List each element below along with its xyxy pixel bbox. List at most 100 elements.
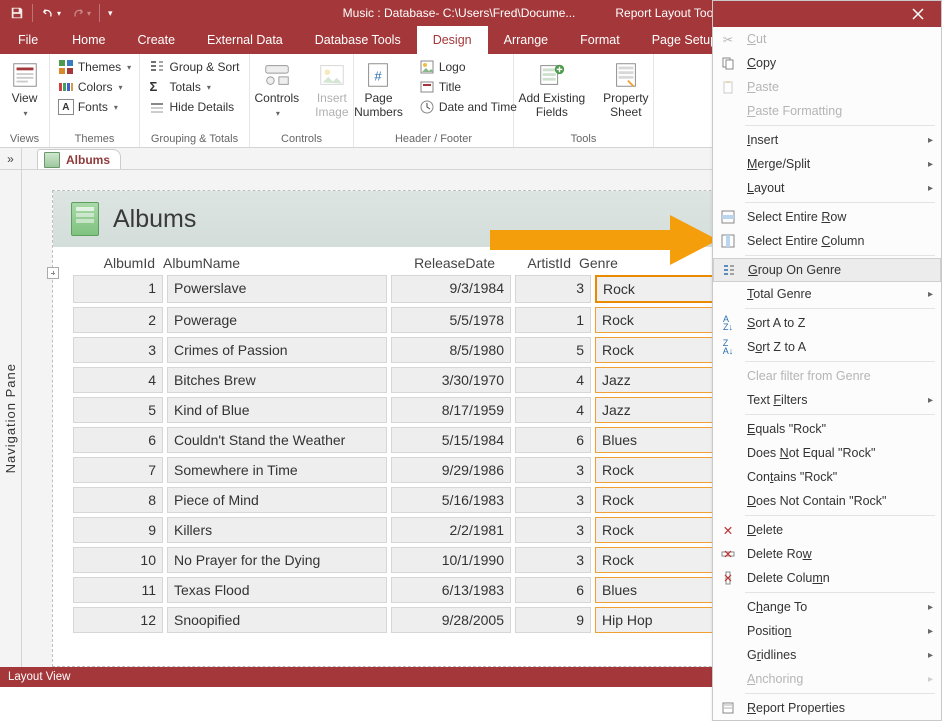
cell-albumname[interactable]: Texas Flood: [167, 577, 387, 603]
cell-releasedate[interactable]: 3/30/1970: [391, 367, 511, 393]
cell-artistid[interactable]: 6: [515, 427, 591, 453]
header-artistid[interactable]: ArtistId: [503, 255, 579, 271]
ctx-select-col[interactable]: Select Entire Column: [713, 229, 941, 253]
cell-artistid[interactable]: 5: [515, 337, 591, 363]
ctx-contains[interactable]: Contains "Rock": [713, 465, 941, 489]
tab-file[interactable]: File: [0, 26, 56, 54]
add-fields-button[interactable]: Add Existing Fields: [512, 58, 591, 122]
ctx-sort-az[interactable]: AZ↓Sort A to Z: [713, 311, 941, 335]
cell-albumid[interactable]: 8: [73, 487, 163, 513]
header-albumid[interactable]: AlbumId: [73, 255, 163, 271]
tab-external-data[interactable]: External Data: [191, 26, 299, 54]
tab-arrange[interactable]: Arrange: [488, 26, 564, 54]
cell-albumid[interactable]: 10: [73, 547, 163, 573]
cell-artistid[interactable]: 3: [515, 457, 591, 483]
cell-artistid[interactable]: 4: [515, 397, 591, 423]
ctx-group-on-genre[interactable]: Group On Genre: [713, 258, 941, 282]
cell-artistid[interactable]: 3: [515, 487, 591, 513]
cell-artistid[interactable]: 6: [515, 577, 591, 603]
tab-create[interactable]: Create: [122, 26, 192, 54]
cell-albumname[interactable]: Powerage: [167, 307, 387, 333]
cell-albumname[interactable]: Snoopified: [167, 607, 387, 633]
ctx-sort-za[interactable]: ZA↓Sort Z to A: [713, 335, 941, 359]
ctx-text-filters[interactable]: Text Filters▸: [713, 388, 941, 412]
cell-releasedate[interactable]: 9/29/1986: [391, 457, 511, 483]
cell-releasedate[interactable]: 5/15/1984: [391, 427, 511, 453]
cell-albumid[interactable]: 7: [73, 457, 163, 483]
header-albumname[interactable]: AlbumName: [163, 255, 383, 271]
tab-design[interactable]: Design: [417, 26, 488, 54]
ctx-report-properties[interactable]: Report Properties: [713, 696, 941, 720]
ctx-not-contain[interactable]: Does Not Contain "Rock": [713, 489, 941, 513]
cell-albumname[interactable]: No Prayer for the Dying: [167, 547, 387, 573]
cell-releasedate[interactable]: 9/28/2005: [391, 607, 511, 633]
property-sheet-button[interactable]: Property Sheet: [597, 58, 654, 122]
tab-database-tools[interactable]: Database Tools: [299, 26, 417, 54]
undo-icon[interactable]: ▾: [37, 4, 65, 22]
group-sort-button[interactable]: Group & Sort: [147, 58, 241, 76]
ctx-position[interactable]: Position▸: [713, 619, 941, 643]
header-releasedate[interactable]: ReleaseDate: [383, 255, 503, 271]
controls-button[interactable]: Controls▾: [248, 58, 305, 122]
ctx-insert[interactable]: Insert▸: [713, 128, 941, 152]
ctx-not-equal[interactable]: Does Not Equal "Rock": [713, 441, 941, 465]
ctx-select-row[interactable]: Select Entire Row: [713, 205, 941, 229]
fonts-button[interactable]: AFonts▾: [56, 98, 133, 116]
ctx-delete-col[interactable]: Delete Column: [713, 566, 941, 590]
hide-details-button[interactable]: Hide Details: [147, 98, 241, 116]
cell-albumid[interactable]: 11: [73, 577, 163, 603]
cell-albumname[interactable]: Couldn't Stand the Weather: [167, 427, 387, 453]
themes-button[interactable]: Themes▾: [56, 58, 133, 76]
save-icon[interactable]: [6, 4, 28, 22]
cell-albumid[interactable]: 2: [73, 307, 163, 333]
report-title[interactable]: Albums: [113, 205, 196, 234]
cell-albumid[interactable]: 12: [73, 607, 163, 633]
cell-albumname[interactable]: Crimes of Passion: [167, 337, 387, 363]
cell-releasedate[interactable]: 5/16/1983: [391, 487, 511, 513]
cell-albumname[interactable]: Bitches Brew: [167, 367, 387, 393]
navigation-pane-collapsed[interactable]: Navigation Pane: [0, 170, 22, 667]
ctx-equals[interactable]: Equals "Rock": [713, 417, 941, 441]
tab-format[interactable]: Format: [564, 26, 636, 54]
cell-albumname[interactable]: Kind of Blue: [167, 397, 387, 423]
navpane-toggle-icon[interactable]: »: [0, 148, 22, 169]
tab-home[interactable]: Home: [56, 26, 121, 54]
cell-releasedate[interactable]: 6/13/1983: [391, 577, 511, 603]
page-numbers-button[interactable]: # Page Numbers: [348, 58, 409, 122]
cell-releasedate[interactable]: 5/5/1978: [391, 307, 511, 333]
view-button[interactable]: View▾: [4, 58, 46, 122]
ctx-total-genre[interactable]: Total Genre▸: [713, 282, 941, 306]
cell-artistid[interactable]: 3: [515, 547, 591, 573]
cell-releasedate[interactable]: 8/17/1959: [391, 397, 511, 423]
cell-albumname[interactable]: Somewhere in Time: [167, 457, 387, 483]
cell-artistid[interactable]: 3: [515, 275, 591, 303]
cell-artistid[interactable]: 1: [515, 307, 591, 333]
ctx-delete[interactable]: ✕Delete: [713, 518, 941, 542]
cell-releasedate[interactable]: 8/5/1980: [391, 337, 511, 363]
colors-button[interactable]: Colors▾: [56, 78, 133, 96]
cell-albumid[interactable]: 5: [73, 397, 163, 423]
cell-artistid[interactable]: 3: [515, 517, 591, 543]
cell-artistid[interactable]: 9: [515, 607, 591, 633]
layout-selector-icon[interactable]: [47, 267, 59, 279]
date-time-button[interactable]: Date and Time: [417, 98, 519, 116]
qat-customize-icon[interactable]: ▾: [104, 6, 117, 21]
cell-albumid[interactable]: 1: [73, 275, 163, 303]
ctx-change-to[interactable]: Change To▸: [713, 595, 941, 619]
cell-albumname[interactable]: Killers: [167, 517, 387, 543]
cell-releasedate[interactable]: 9/3/1984: [391, 275, 511, 303]
doc-tab-albums[interactable]: Albums: [37, 149, 121, 169]
cell-albumname[interactable]: Piece of Mind: [167, 487, 387, 513]
logo-button[interactable]: Logo: [417, 58, 519, 76]
cell-albumid[interactable]: 3: [73, 337, 163, 363]
cell-albumname[interactable]: Powerslave: [167, 275, 387, 303]
cell-albumid[interactable]: 6: [73, 427, 163, 453]
cell-releasedate[interactable]: 2/2/1981: [391, 517, 511, 543]
totals-button[interactable]: ΣTotals▾: [147, 78, 241, 96]
ctx-layout[interactable]: Layout▸: [713, 176, 941, 200]
title-button[interactable]: Title: [417, 78, 519, 96]
cell-albumid[interactable]: 9: [73, 517, 163, 543]
window-close-icon[interactable]: [895, 1, 941, 27]
cell-albumid[interactable]: 4: [73, 367, 163, 393]
ctx-copy[interactable]: Copy: [713, 51, 941, 75]
